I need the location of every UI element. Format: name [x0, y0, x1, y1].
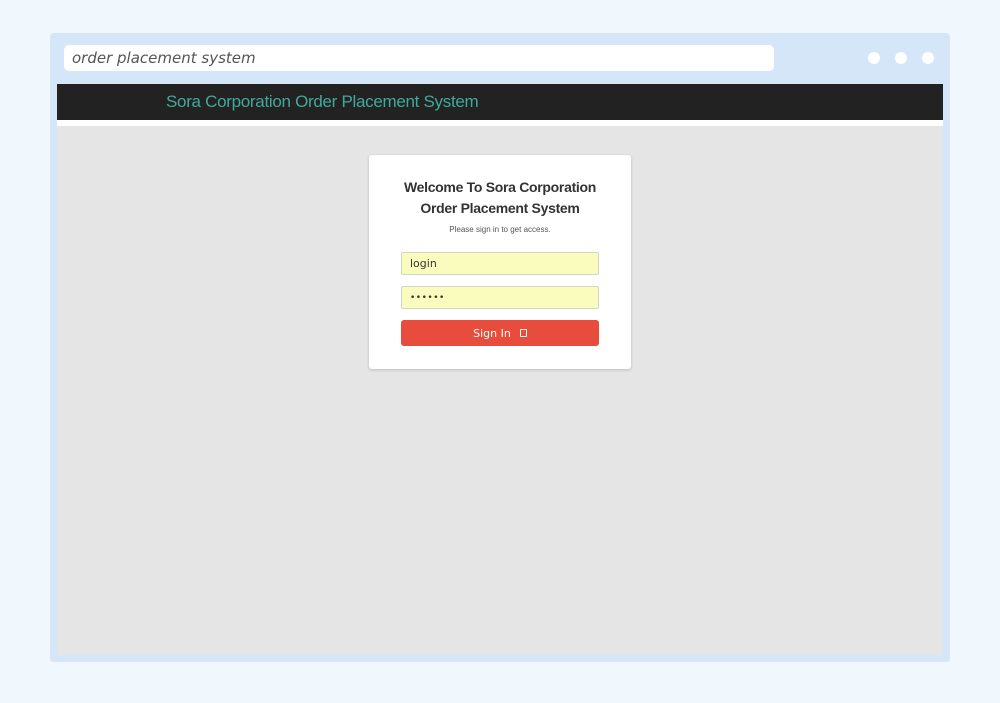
- address-bar[interactable]: order placement system: [64, 45, 774, 71]
- brand-link[interactable]: Sora Corporation Order Placement System: [166, 84, 479, 120]
- window-dot-1[interactable]: [868, 52, 880, 64]
- address-text: order placement system: [72, 49, 256, 67]
- sign-in-label: Sign In: [473, 326, 511, 340]
- sign-in-icon: [519, 329, 527, 337]
- browser-window: order placement system Sora Corporation …: [50, 33, 950, 662]
- window-dot-2[interactable]: [895, 52, 907, 64]
- username-input[interactable]: [401, 252, 599, 275]
- login-card: Welcome To Sora Corporation Order Placem…: [369, 155, 631, 369]
- navbar: Sora Corporation Order Placement System: [57, 84, 943, 120]
- login-title: Welcome To Sora Corporation Order Placem…: [403, 179, 597, 216]
- navbar-divider: [57, 120, 943, 126]
- login-subtitle: Please sign in to get access.: [449, 225, 551, 234]
- password-input[interactable]: [401, 286, 599, 309]
- sign-in-button[interactable]: Sign In: [401, 320, 599, 346]
- window-dot-3[interactable]: [922, 52, 934, 64]
- page-viewport: Sora Corporation Order Placement System …: [57, 84, 943, 655]
- window-controls: [868, 52, 934, 64]
